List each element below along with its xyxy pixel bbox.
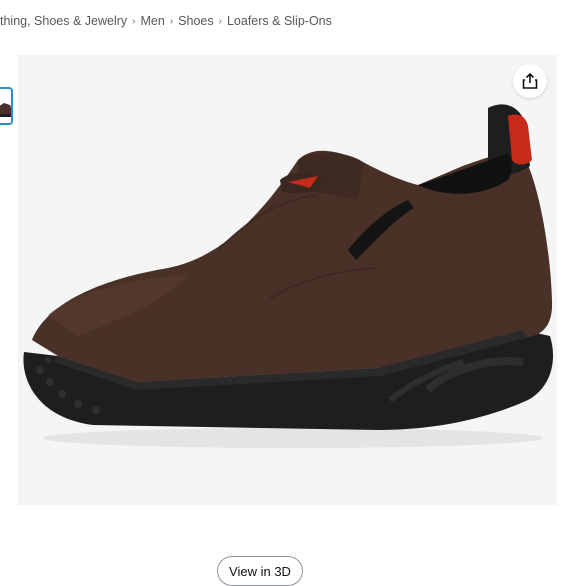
shoe-image [23,104,554,448]
view-in-3d-button[interactable]: View in 3D [217,556,303,586]
breadcrumb-item-loafers[interactable]: Loafers & Slip-Ons [227,14,332,28]
breadcrumb: thing, Shoes & Jewelry › Men › Shoes › L… [0,12,332,30]
breadcrumb-item-shoes[interactable]: Shoes [178,14,213,28]
breadcrumb-separator: › [132,15,136,27]
product-thumbnail[interactable] [0,87,13,125]
view-in-3d-label: View in 3D [229,563,291,579]
breadcrumb-item-clothing[interactable]: thing, Shoes & Jewelry [0,14,127,28]
breadcrumb-item-men[interactable]: Men [141,14,165,28]
share-icon [522,72,538,89]
breadcrumb-separator: › [218,15,222,27]
share-button[interactable] [513,64,547,98]
breadcrumb-separator: › [169,15,174,27]
shoe-thumbnail-icon [0,103,11,117]
